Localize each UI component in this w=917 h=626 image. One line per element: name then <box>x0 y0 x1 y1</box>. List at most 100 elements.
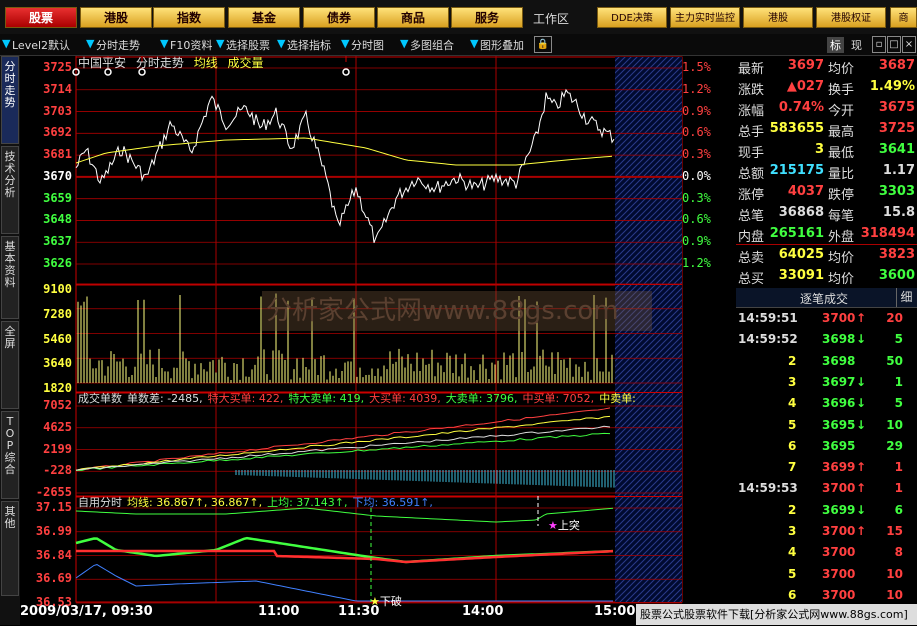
quote-label: 总笔 <box>738 209 765 224</box>
trade-row: 2 3698 50 <box>736 351 917 372</box>
dropdown-arrow-icon[interactable]: ▼ <box>341 37 349 50</box>
volume-tick: 3640 <box>43 356 72 371</box>
toolbar-item-0[interactable]: Level2默认 <box>12 37 70 53</box>
side-tab-0[interactable]: 分时走势 <box>1 56 19 144</box>
trade-price: 3700 <box>822 311 856 325</box>
quote-value: 36868 <box>778 205 824 220</box>
dropdown-arrow-icon[interactable]: ▼ <box>2 37 10 50</box>
vol-legend: 成交量 <box>227 56 264 70</box>
quote-row: 总手 583655 最高 3725 <box>736 119 917 140</box>
trade-row: 3 3697 ↓ 1 <box>736 372 917 393</box>
maximize-icon[interactable]: □ <box>887 36 901 53</box>
percent-tick: 0.9% <box>682 234 711 249</box>
event-marker-icon[interactable] <box>342 68 350 76</box>
dropdown-arrow-icon[interactable]: ▼ <box>277 37 285 50</box>
dropdown-arrow-icon[interactable]: ▼ <box>470 37 478 50</box>
nav-right-button-4[interactable]: 商 <box>890 7 917 28</box>
nav-button-1[interactable]: 港股 <box>80 7 152 28</box>
toolbar-item-6[interactable]: 多图组合 <box>410 37 454 53</box>
trade-direction-icon: ↑ <box>856 524 867 538</box>
ind2-legend-item: 下均: 36.591↑, <box>352 496 433 509</box>
ind1-line <box>75 425 611 471</box>
percent-tick: 0.6% <box>682 125 711 140</box>
quote-row: 最新 3697 均价 3687 <box>736 56 917 77</box>
trade-price: 3695 <box>822 438 856 453</box>
toolbar-item-7[interactable]: 图形叠加 <box>480 37 524 53</box>
trade-row: 3 3700 ↑ 15 <box>736 521 917 542</box>
toolbar-item-1[interactable]: 分时走势 <box>96 37 140 53</box>
quote-value: 3697 <box>787 58 824 73</box>
trade-volume: 15 <box>886 524 903 538</box>
toolbar-right-0[interactable]: 标 <box>827 37 844 53</box>
toolbar-item-2[interactable]: F10资料 <box>170 37 212 53</box>
nav-right-button-3[interactable]: 港股权证 <box>816 7 886 28</box>
trade-volume: 10 <box>886 417 903 432</box>
time-axis: 2009/03/17, 09:30 11:00 11:30 14:00 15:00 <box>20 602 636 625</box>
nav-button-6[interactable]: 服务 <box>451 7 523 28</box>
nav-button-5[interactable]: 商品 <box>377 7 449 28</box>
dropdown-arrow-icon[interactable]: ▼ <box>160 37 168 50</box>
percent-tick: 1.2% <box>682 81 711 96</box>
quote-value: 3303 <box>878 184 915 199</box>
nav-button-3[interactable]: 基金 <box>228 7 300 28</box>
toolbar-item-3[interactable]: 选择股票 <box>226 37 270 53</box>
nav-right-button-1[interactable]: 主力实时监控 <box>670 7 740 28</box>
trade-time: 14:59:53 <box>738 481 798 496</box>
dropdown-arrow-icon[interactable]: ▼ <box>400 37 408 50</box>
time-label: 15:00 <box>594 604 636 619</box>
quote-value: ▲027 <box>786 79 824 94</box>
side-tab-5[interactable]: 其他 <box>1 501 19 596</box>
quote-label: 最新 <box>738 62 765 77</box>
side-tab-3[interactable]: 全屏 <box>1 321 19 409</box>
price-tick: 3703 <box>43 103 72 118</box>
window-restore-icon[interactable]: ▫ <box>872 36 886 53</box>
quote-label: 最低 <box>828 146 855 161</box>
quote-label: 每笔 <box>828 209 855 224</box>
trade-row: 7 3699 ↑ 1 <box>736 457 917 478</box>
time-label: 11:30 <box>338 604 380 619</box>
side-tab-4[interactable]: TOP综合 <box>1 411 19 499</box>
close-icon[interactable]: × <box>902 36 916 53</box>
trade-row: 4 3696 ↓ 5 <box>736 393 917 414</box>
nav-button-2[interactable]: 指数 <box>153 7 225 28</box>
side-tab-2[interactable]: 基本资料 <box>1 236 19 319</box>
side-tab-1[interactable]: 技术分析 <box>1 146 19 234</box>
dropdown-arrow-icon[interactable]: ▼ <box>216 37 224 50</box>
detail-tab[interactable]: 细 <box>896 288 916 307</box>
quote-label: 总卖 <box>738 251 765 266</box>
quote-row: 总额 215175 量比 1.17 <box>736 161 917 182</box>
nav-button-4[interactable]: 债券 <box>303 7 375 28</box>
price-tick: 3648 <box>43 212 72 227</box>
nav-right-button-0[interactable]: DDE决策 <box>597 7 667 28</box>
trade-time: 4 <box>788 396 797 411</box>
volume-tick: 5460 <box>43 331 72 346</box>
quote-label: 均价 <box>828 251 855 266</box>
quote-label: 总额 <box>738 167 765 182</box>
time-label: 2009/03/17, 09:30 <box>20 604 153 619</box>
price-tick: 3681 <box>43 147 72 162</box>
toolbar-item-5[interactable]: 分时图 <box>351 37 384 53</box>
lock-icon[interactable]: 🔒 <box>534 36 552 53</box>
workspace-label[interactable]: 工作区 <box>533 10 569 27</box>
toolbar-item-4[interactable]: 选择指标 <box>287 37 331 53</box>
trade-price: 3700 <box>822 524 856 538</box>
quote-row: 总买 33091 均价 3600 <box>736 266 917 287</box>
indicator1-legend: 成交单数 单数差: -2485, 特大买单: 422, 特大卖单: 419, 大买单: … <box>78 390 641 406</box>
nav-button-0[interactable]: 股票 <box>5 7 77 28</box>
trade-price: 3698 <box>822 332 856 347</box>
volume-tick: 1820 <box>43 381 72 395</box>
volume-tick: 9100 <box>43 282 72 296</box>
trade-direction-icon: ↓ <box>856 417 867 432</box>
trade-price: 3696 <box>822 396 856 411</box>
quote-label: 换手 <box>828 83 855 98</box>
toolbar-right-1[interactable]: 现 <box>851 37 862 53</box>
trade-volume: 10 <box>886 566 903 581</box>
price-tick: 3692 <box>43 125 72 140</box>
quote-value: 64025 <box>778 247 824 262</box>
nav-right-button-2[interactable]: 港股 <box>743 7 813 28</box>
ind1-tick: 2199 <box>43 441 72 456</box>
quote-value: 1.49% <box>869 79 915 94</box>
dropdown-arrow-icon[interactable]: ▼ <box>86 37 94 50</box>
trade-price: 3700 <box>822 545 856 560</box>
ind1-tick: -228 <box>43 463 72 478</box>
